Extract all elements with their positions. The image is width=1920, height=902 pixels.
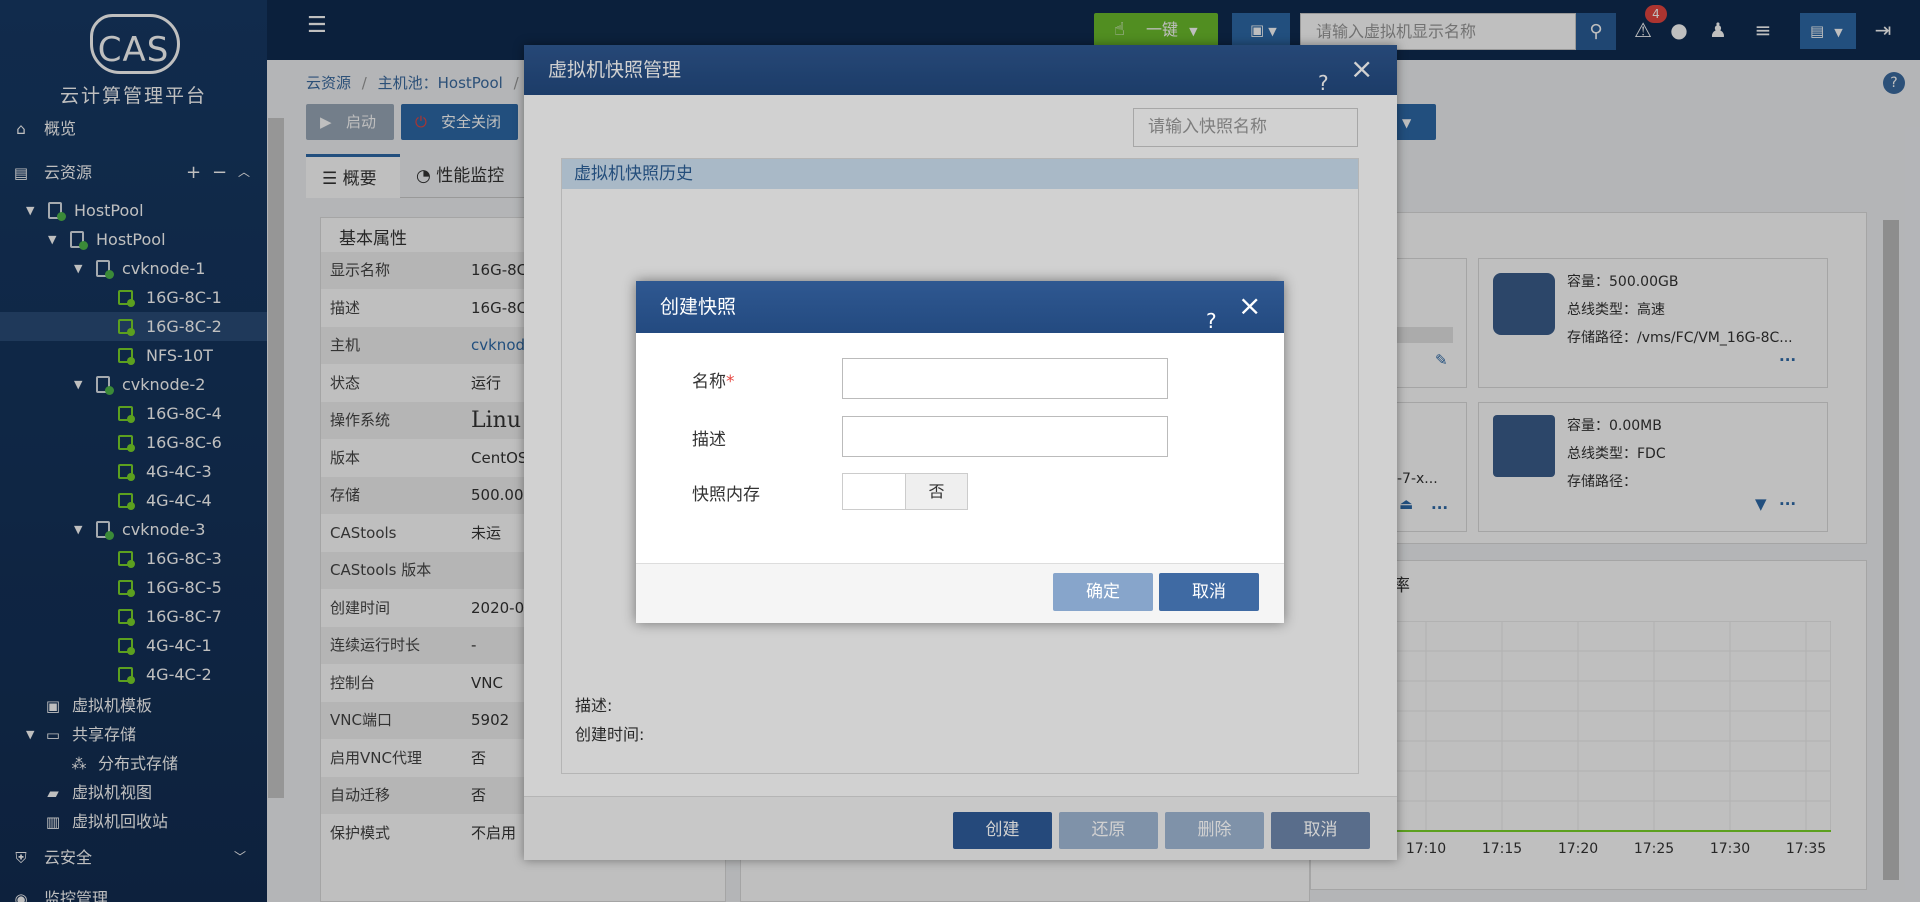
confirm-button[interactable]: 确定 <box>1053 573 1153 611</box>
help-icon[interactable]: ? <box>1206 295 1217 347</box>
name-label: 名称* <box>692 367 735 392</box>
snapshot-name-input[interactable] <box>842 358 1168 399</box>
memory-toggle[interactable]: 否 <box>842 473 968 510</box>
memory-label: 快照内存 <box>692 485 760 505</box>
create-dialog-title: 创建快照 <box>660 296 737 318</box>
snapshot-desc-input[interactable] <box>842 416 1168 457</box>
name-label-text: 名称 <box>692 372 726 392</box>
memory-toggle-value: 否 <box>905 474 967 509</box>
create-snapshot-dialog: 创建快照 ? × 名称* 描述 快照内存 否 确定 取消 <box>636 281 1284 623</box>
close-icon[interactable]: × <box>1238 291 1261 321</box>
create-dialog-header: 创建快照 ? × <box>636 281 1284 333</box>
create-cancel-button[interactable]: 取消 <box>1159 573 1259 611</box>
desc-label: 描述 <box>692 430 726 450</box>
required-mark: * <box>726 372 735 392</box>
